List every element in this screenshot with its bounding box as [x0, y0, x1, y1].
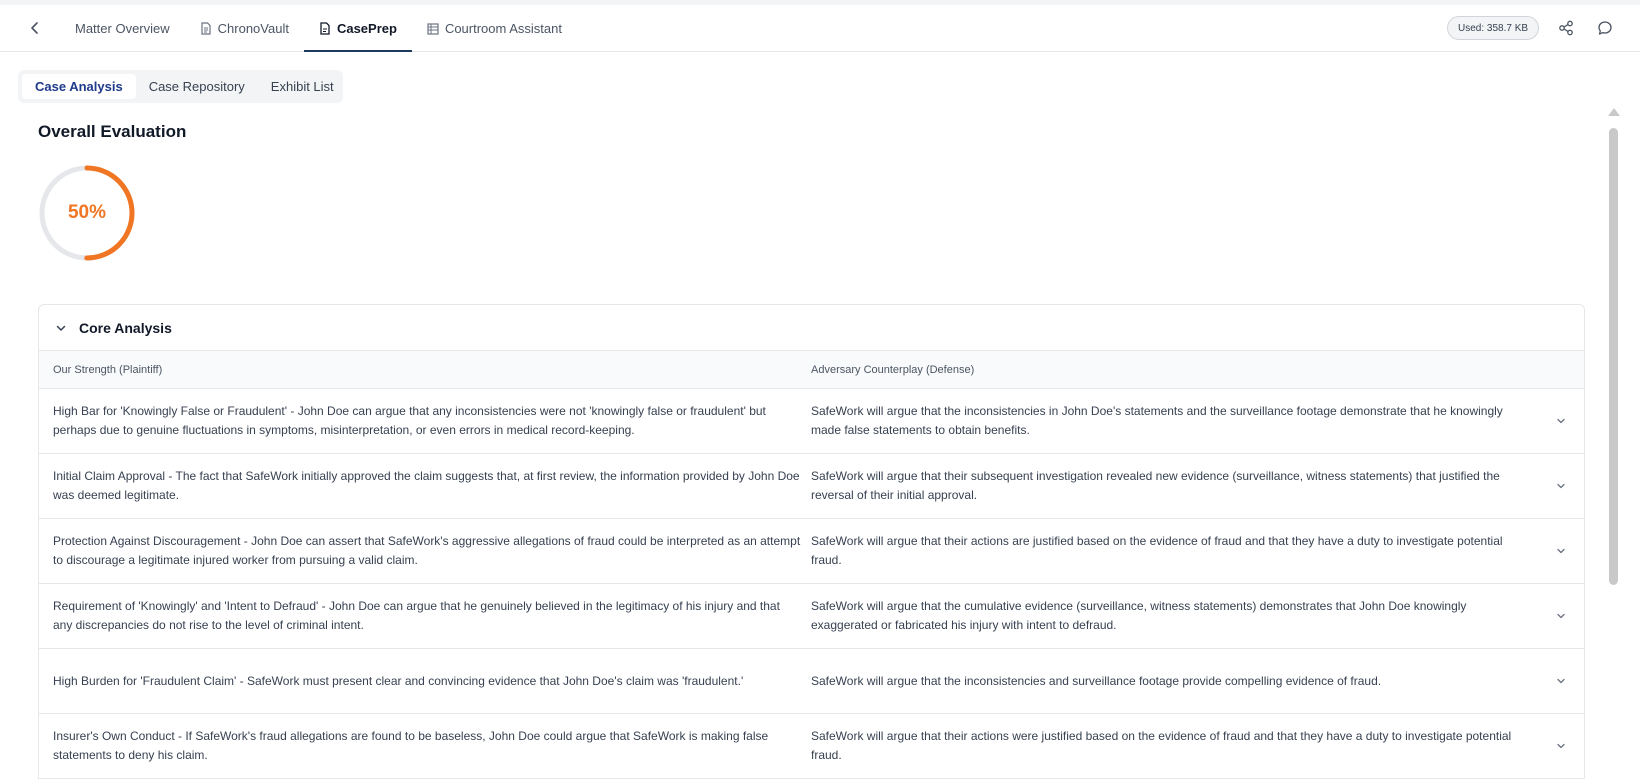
strength-cell: Insurer's Own Conduct - If SafeWork's fr… [53, 729, 769, 762]
strength-cell: Requirement of 'Knowingly' and 'Intent t… [53, 599, 780, 632]
row-expand-button[interactable] [1541, 676, 1581, 686]
tab-label: ChronoVault [217, 21, 289, 36]
strength-cell: High Burden for 'Fraudulent Claim' - Saf… [53, 673, 744, 688]
table-row[interactable]: Insurer's Own Conduct - If SafeWork's fr… [39, 714, 1584, 779]
counterplay-cell: SafeWork will argue that their actions a… [811, 534, 1503, 567]
analysis-rows: High Bar for 'Knowingly False or Fraudul… [39, 389, 1584, 779]
stack-icon [427, 22, 439, 35]
row-expand-button[interactable] [1541, 611, 1581, 621]
row-expand-button[interactable] [1541, 416, 1581, 426]
share-icon [1559, 20, 1573, 36]
counterplay-cell: SafeWork will argue that the inconsisten… [811, 673, 1382, 688]
chevron-left-icon [31, 22, 38, 34]
counterplay-cell: SafeWork will argue that their actions w… [811, 729, 1512, 762]
chevron-down-icon [1557, 613, 1565, 619]
chevron-down-icon [1557, 678, 1565, 684]
scroll-up-arrow[interactable] [1608, 108, 1620, 116]
top-header: Matter Overview ChronoVault CasePrep Cou… [0, 0, 1640, 52]
chevron-down-icon [1557, 418, 1565, 424]
strength-cell: High Bar for 'Knowingly False or Fraudul… [53, 404, 766, 437]
analysis-subtabs: Case Analysis Case Repository Exhibit Li… [18, 70, 343, 103]
strength-cell: Initial Claim Approval - The fact that S… [53, 469, 800, 502]
core-analysis-title: Core Analysis [79, 319, 172, 336]
core-analysis-panel: Core Analysis Our Strength (Plaintiff) A… [38, 304, 1585, 779]
share-button[interactable] [1555, 17, 1577, 39]
evaluation-percent: 50% [67, 202, 107, 223]
table-row[interactable]: Initial Claim Approval - The fact that S… [39, 454, 1584, 519]
tab-matter-overview[interactable]: Matter Overview [60, 6, 185, 52]
chat-button[interactable] [1594, 17, 1616, 39]
row-expand-button[interactable] [1541, 546, 1581, 556]
table-row[interactable]: Protection Against Discouragement - John… [39, 519, 1584, 584]
storage-used-badge: Used: 358.7 KB [1447, 16, 1540, 40]
evaluation-gauge: 50% [37, 163, 137, 263]
tab-label: CasePrep [336, 20, 397, 36]
main-tabs: Matter Overview ChronoVault CasePrep Cou… [60, 6, 577, 52]
column-header-strength: Our Strength (Plaintiff) [53, 363, 163, 376]
counterplay-cell: SafeWork will argue that their subsequen… [811, 469, 1500, 502]
tab-courtroom-assistant[interactable]: Courtroom Assistant [411, 6, 577, 52]
subtab-exhibit-list[interactable]: Exhibit List [258, 74, 347, 99]
chevron-down-icon [1557, 483, 1565, 489]
chevron-down-icon [1557, 548, 1565, 554]
table-row[interactable]: Requirement of 'Knowingly' and 'Intent t… [39, 584, 1584, 649]
table-row[interactable]: High Bar for 'Knowingly False or Fraudul… [39, 389, 1584, 454]
counterplay-cell: SafeWork will argue that the inconsisten… [811, 404, 1503, 437]
table-header: Our Strength (Plaintiff) Adversary Count… [39, 351, 1584, 389]
tab-label: Courtroom Assistant [444, 21, 562, 36]
counterplay-cell: SafeWork will argue that the cumulative … [811, 599, 1467, 632]
row-expand-button[interactable] [1541, 741, 1581, 751]
chat-bubble-icon [1598, 21, 1612, 35]
table-row[interactable]: High Burden for 'Fraudulent Claim' - Saf… [39, 649, 1584, 714]
document-icon [201, 22, 211, 35]
row-expand-button[interactable] [1541, 481, 1581, 491]
subtab-case-analysis[interactable]: Case Analysis [22, 74, 136, 99]
tab-chronovault[interactable]: ChronoVault [184, 6, 304, 52]
tab-label: Matter Overview [75, 21, 170, 36]
chevron-down-icon [1557, 743, 1565, 749]
back-button[interactable] [24, 17, 46, 39]
overall-evaluation-title: Overall Evaluation [38, 122, 187, 141]
core-analysis-toggle[interactable]: Core Analysis [39, 305, 1584, 351]
scrollbar-thumb[interactable] [1609, 128, 1618, 585]
tab-caseprep[interactable]: CasePrep [303, 6, 412, 52]
strength-cell: Protection Against Discouragement - John… [53, 534, 801, 567]
column-header-counterplay: Adversary Counterplay (Defense) [811, 363, 975, 376]
chevron-down-icon [56, 325, 66, 331]
document-icon [320, 21, 330, 35]
subtab-case-repository[interactable]: Case Repository [136, 74, 258, 99]
